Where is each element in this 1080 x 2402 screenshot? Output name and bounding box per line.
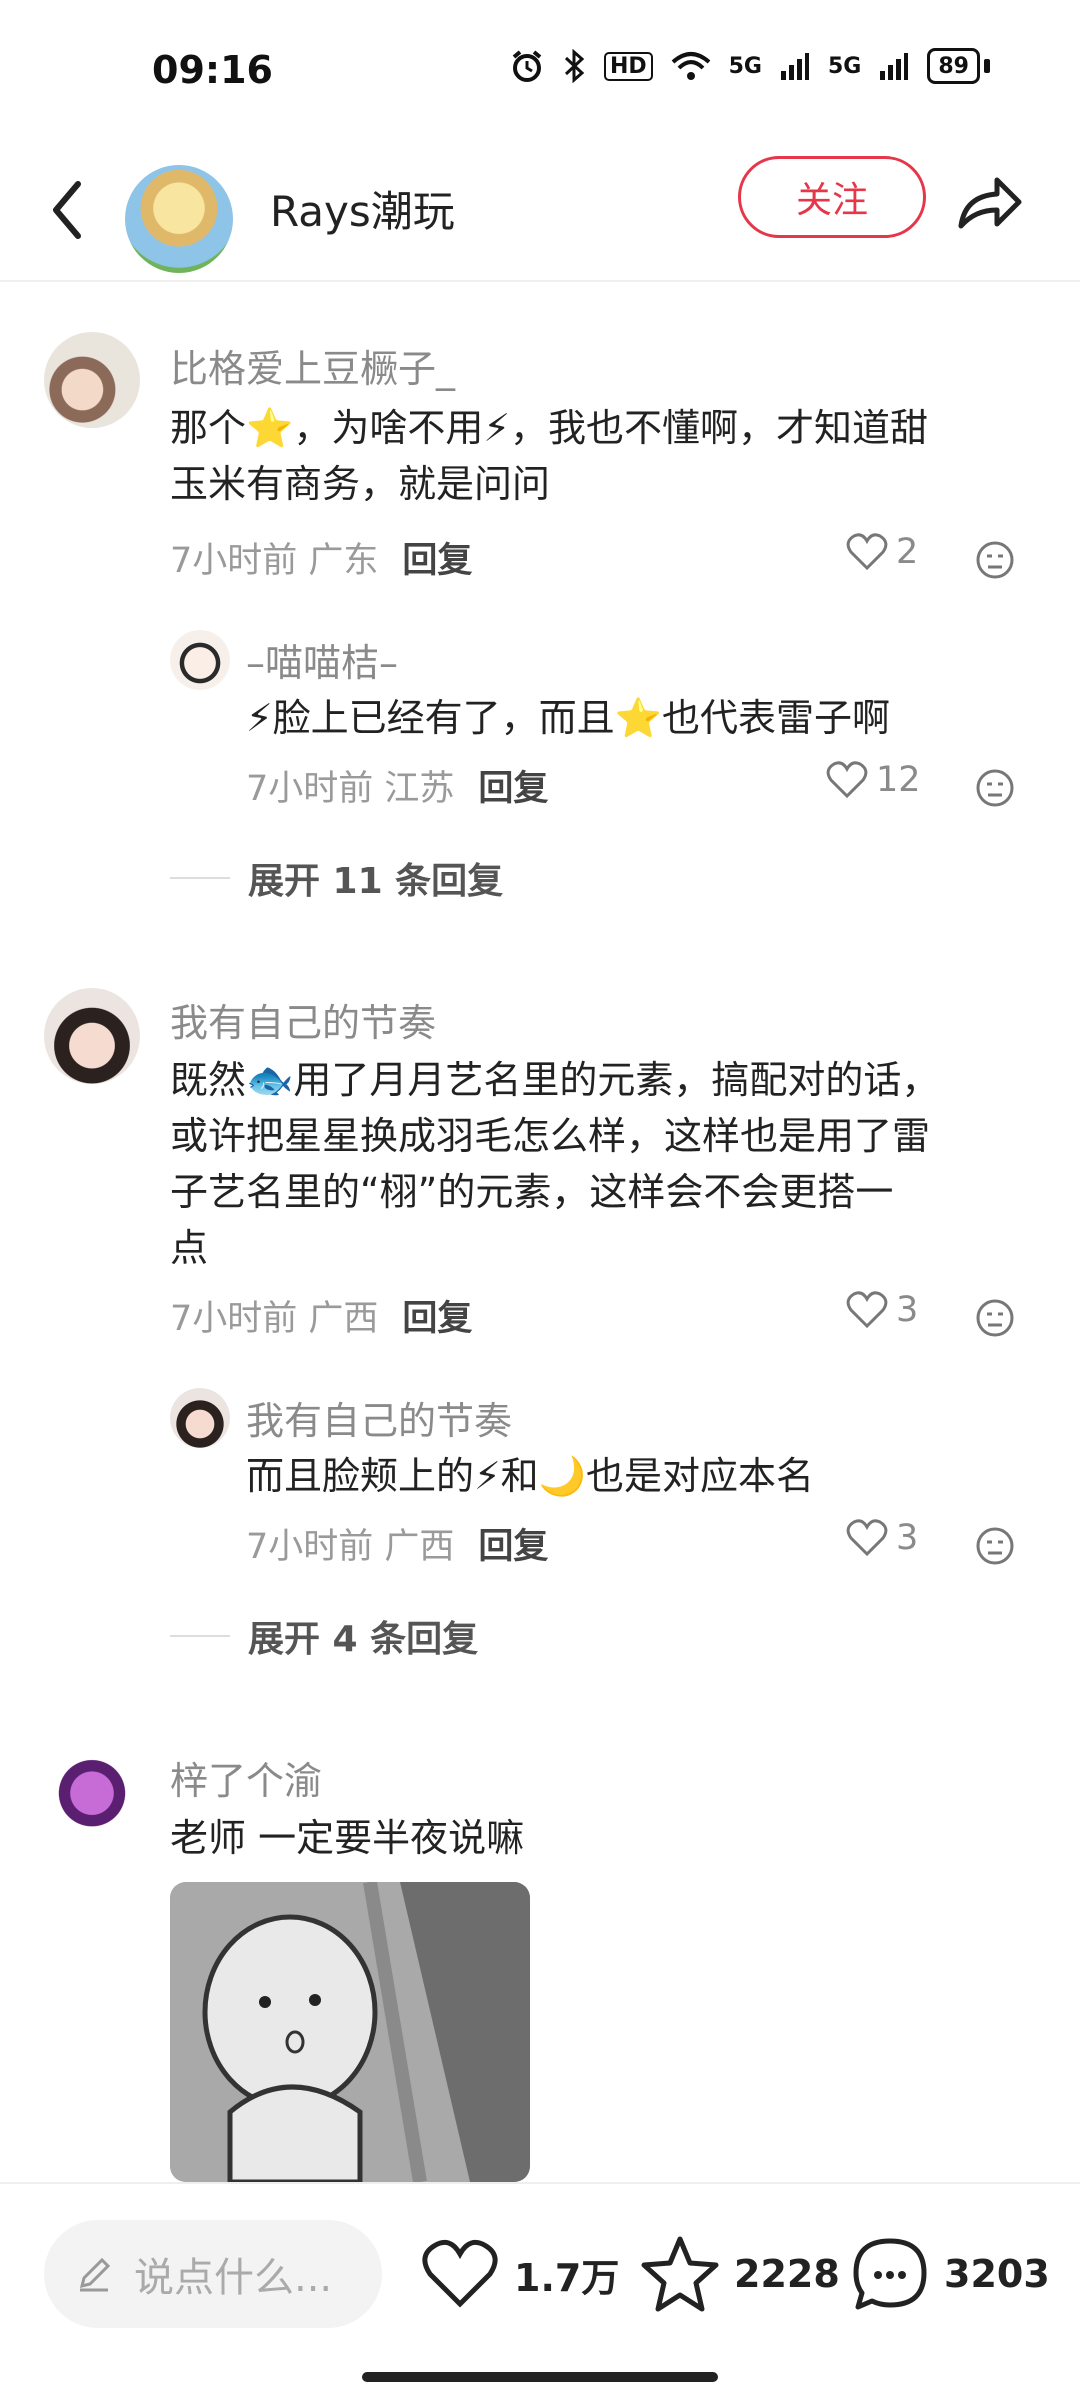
- bottom-action-bar: 说点什么... 1.7万 2228 3203: [0, 2182, 1080, 2402]
- reply-button[interactable]: 回复: [402, 1299, 472, 1339]
- reply-user-name[interactable]: 我有自己的节奏: [246, 1390, 512, 1445]
- status-bar: 09:16 HD 5G 5G 89: [0, 0, 1080, 140]
- like-post-button[interactable]: 1.7万: [420, 2220, 619, 2328]
- comment-meta: 7小时前 广西 回复: [170, 1290, 472, 1341]
- status-time: 09:16: [152, 48, 273, 92]
- author-avatar[interactable]: [125, 165, 233, 273]
- home-indicator[interactable]: [362, 2372, 718, 2382]
- comment-time-location: 7小时前 广西: [170, 1299, 379, 1339]
- heart-icon: [846, 1291, 888, 1329]
- reply-meta: 7小时前 广西 回复: [246, 1518, 548, 1569]
- comment-line: 子艺名里的“栩”的元素，这样会不会更搭一: [170, 1170, 894, 1214]
- neutral-face-icon[interactable]: [975, 540, 1015, 580]
- pencil-icon: [79, 2257, 111, 2292]
- comment-line: 玉米有商务，就是问问: [170, 462, 551, 506]
- reply-text: 而且脸颊上的⚡和🌙也是对应本名: [246, 1454, 814, 1498]
- reply-time-location: 7小时前 江苏: [246, 769, 455, 809]
- commenter-avatar[interactable]: [44, 988, 140, 1084]
- comment-time-location: 7小时前 广东: [170, 541, 379, 581]
- heart-icon: [422, 2239, 498, 2308]
- commenter-name[interactable]: 梓了个渝: [170, 1750, 322, 1805]
- wifi-icon: [671, 52, 710, 80]
- comment-placeholder: 说点什么...: [134, 2255, 333, 2301]
- comment-count: 3203: [944, 2252, 1050, 2296]
- author-name[interactable]: Rays潮玩: [270, 178, 455, 239]
- comment-image[interactable]: [170, 1882, 530, 2182]
- chat-bubble-icon: [853, 2238, 927, 2310]
- comment-text: 老师 一定要半夜说嘛: [170, 1816, 525, 1860]
- reply-text: ⚡脸上已经有了，而且⭐也代表雷子啊: [246, 696, 890, 740]
- neutral-face-icon[interactable]: [975, 1298, 1015, 1338]
- reply-time-location: 7小时前 广西: [246, 1527, 455, 1567]
- alarm-icon: [512, 50, 542, 82]
- bluetooth-icon: [564, 49, 585, 83]
- heart-icon: [846, 533, 888, 571]
- sticker-image: [170, 1882, 530, 2182]
- comment-meta: 7小时前 广东 回复: [170, 532, 472, 583]
- expand-replies-button[interactable]: 展开 4 条回复: [170, 1610, 478, 1662]
- reply-button[interactable]: 回复: [478, 1527, 548, 1567]
- comment-line: 那个⭐，为啥不用⚡，我也不懂啊，才知道甜: [170, 406, 928, 450]
- reply-button[interactable]: 回复: [402, 541, 472, 581]
- reply-button[interactable]: 回复: [478, 769, 548, 809]
- neutral-face-icon[interactable]: [975, 768, 1015, 808]
- follow-button[interactable]: 关注: [738, 156, 926, 238]
- favorite-button[interactable]: 2228: [640, 2220, 840, 2328]
- neutral-face-icon[interactable]: [975, 1526, 1015, 1566]
- comment-list: 比格爱上豆橛子_ 那个⭐，为啥不用⚡，我也不懂啊，才知道甜 玉米有商务，就是问问…: [0, 282, 1080, 2182]
- like-count: 1.7万: [514, 2255, 620, 2300]
- heart-icon: [826, 761, 868, 799]
- expand-replies-button[interactable]: 展开 11 条回复: [170, 852, 503, 904]
- like-button[interactable]: 3: [846, 1290, 918, 1330]
- like-count: 3: [896, 1290, 919, 1330]
- top-header: Rays潮玩 关注: [0, 140, 1080, 282]
- comment-line: 既然🐟用了月月艺名里的元素，搞配对的话，: [170, 1058, 940, 1102]
- reply-avatar[interactable]: [170, 630, 230, 690]
- signal-1-icon: [781, 53, 809, 80]
- like-button[interactable]: 12: [826, 760, 921, 800]
- commenter-name[interactable]: 比格爱上豆橛子_: [170, 338, 455, 393]
- like-count: 2: [896, 532, 919, 572]
- commenter-name[interactable]: 我有自己的节奏: [170, 992, 436, 1047]
- commenter-avatar[interactable]: [44, 332, 140, 428]
- signal-2-icon: [880, 53, 909, 80]
- commenter-avatar[interactable]: [44, 1750, 140, 1846]
- reply-avatar[interactable]: [170, 1388, 230, 1448]
- back-arrow-icon[interactable]: [40, 170, 100, 250]
- battery-level: 89: [927, 48, 980, 84]
- comment-input[interactable]: 说点什么...: [44, 2220, 382, 2328]
- comments-button[interactable]: 3203: [850, 2220, 1050, 2328]
- like-count: 3: [896, 1518, 919, 1558]
- status-icons: HD 5G 5G 89: [510, 48, 990, 84]
- share-icon[interactable]: [955, 168, 1025, 238]
- like-button[interactable]: 2: [846, 532, 918, 572]
- star-icon: [641, 2236, 719, 2312]
- like-count: 12: [876, 760, 921, 800]
- comment-text: 既然🐟用了月月艺名里的元素，搞配对的话， 或许把星星换成羽毛怎么样，这样也是用了…: [170, 1052, 939, 1276]
- favorite-count: 2228: [734, 2252, 840, 2296]
- reply-user-name[interactable]: –喵喵桔–: [246, 632, 398, 687]
- comment-line: 点: [170, 1226, 209, 1270]
- reply-meta: 7小时前 江苏 回复: [246, 760, 548, 811]
- comment-line: 或许把星星换成羽毛怎么样，这样也是用了雷: [170, 1114, 931, 1158]
- cellular-1-label: 5G: [728, 53, 762, 79]
- cellular-2-label: 5G: [828, 53, 862, 79]
- heart-icon: [846, 1519, 888, 1557]
- battery-icon: 89: [927, 48, 990, 84]
- like-button[interactable]: 3: [846, 1518, 918, 1558]
- comment-text: 那个⭐，为啥不用⚡，我也不懂啊，才知道甜 玉米有商务，就是问问: [170, 400, 928, 512]
- hd-icon: HD: [603, 51, 653, 81]
